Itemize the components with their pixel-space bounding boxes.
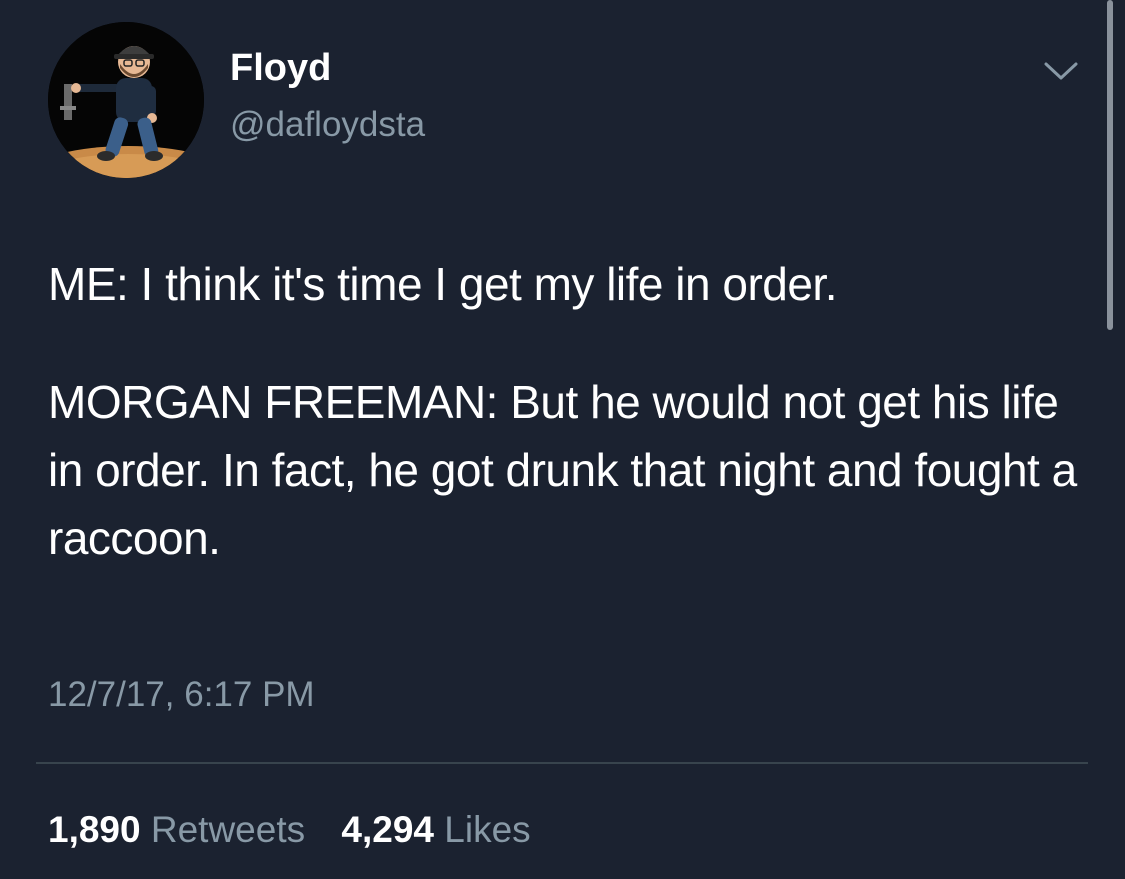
scrollbar[interactable]	[1107, 0, 1113, 330]
likes-stat[interactable]: 4,294 Likes	[341, 808, 530, 852]
avatar-illustration-icon	[48, 22, 204, 178]
author-handle[interactable]: @dafloydsta	[230, 104, 425, 146]
avatar[interactable]	[48, 22, 204, 178]
retweets-label: Retweets	[150, 809, 306, 850]
tweet-text-line-1: ME: I think it's time I get my life in o…	[48, 258, 838, 310]
likes-label: Likes	[444, 809, 531, 850]
tweet-text-line-2: MORGAN FREEMAN: But he would not get his…	[48, 376, 1077, 564]
tweet-stats: 1,890 Retweets 4,294 Likes	[48, 808, 531, 852]
retweets-stat[interactable]: 1,890 Retweets	[48, 808, 305, 852]
likes-count: 4,294	[341, 809, 434, 850]
tweet: Floyd @dafloydsta ME: I think it's time …	[0, 0, 1125, 879]
author-name[interactable]: Floyd	[230, 46, 331, 90]
tweet-timestamp[interactable]: 12/7/17, 6:17 PM	[48, 674, 315, 716]
retweets-count: 1,890	[48, 809, 141, 850]
chevron-down-icon[interactable]	[1040, 56, 1082, 86]
divider	[36, 762, 1088, 764]
